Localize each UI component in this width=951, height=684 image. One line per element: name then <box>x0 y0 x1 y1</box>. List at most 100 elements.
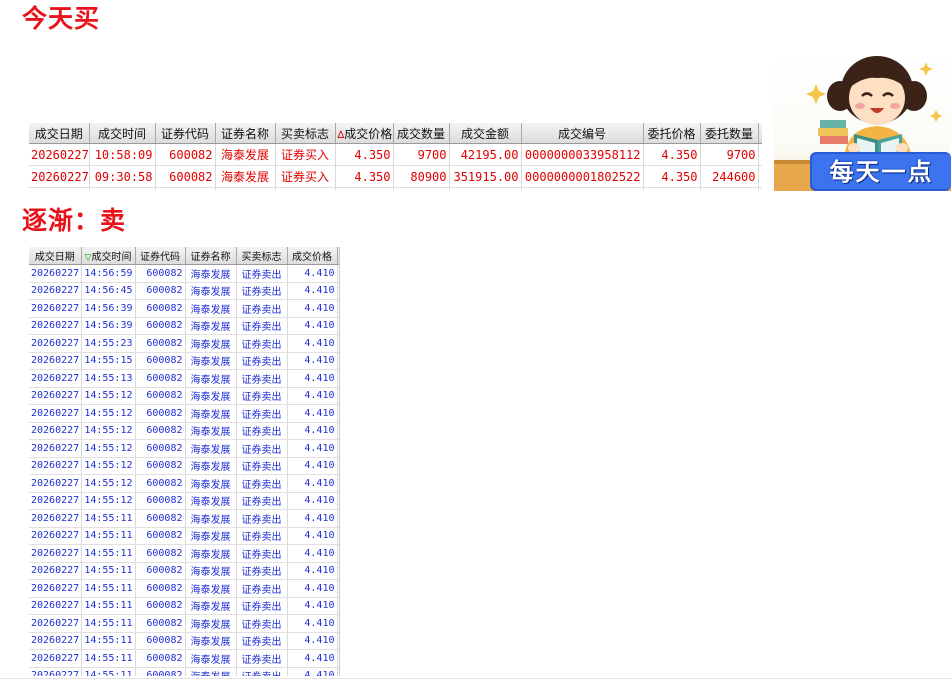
table-cell: 4.410 <box>287 457 338 475</box>
column-header[interactable]: 证券代码 <box>155 123 216 144</box>
table-cell: 14:55:12 <box>81 457 136 475</box>
sell-trades-table[interactable]: 成交日期 ▽成交时间 证券代码 证券名称 买卖标志 成交价格 20260227 14:56:… <box>29 247 340 676</box>
table-cell: 20260227 <box>29 457 82 475</box>
table-cell <box>758 187 762 190</box>
table-cell: 海泰发展 <box>185 422 237 440</box>
table-row[interactable]: 2026022714:55:11600082海泰发展证券卖出4.410 <box>29 544 339 563</box>
table-cell: 4.350 <box>643 165 701 188</box>
table-cell: 600082 <box>135 597 186 615</box>
column-header[interactable]: 证券名称 <box>215 123 276 144</box>
table-cell: 4.410 <box>287 422 338 440</box>
table-cell <box>337 492 339 510</box>
table-row[interactable]: 2026022714:55:11600082海泰发展证券卖出4.410 <box>29 562 339 580</box>
column-header[interactable]: 证券名称 <box>185 247 237 265</box>
table-row[interactable]: 20260227 14:56:39 600082 海泰发展 证券卖出 4.410 <box>29 299 339 318</box>
table-cell <box>337 527 339 545</box>
table-row[interactable]: 20260227 10:58:09 600082 海泰发展 证券买入 4.350 9700 4… <box>29 143 762 166</box>
table-cell: 14:55:23 <box>81 334 136 353</box>
table-row[interactable]: 20260227 14:55:12 600082 海泰发展 证券卖出 4.410 <box>29 387 339 405</box>
table-row[interactable]: 20260227 14:55:12 600082 海泰发展 证券卖出 4.410 <box>29 492 339 510</box>
table-cell: 证券买入 <box>275 165 336 188</box>
column-header[interactable]: 成交日期 <box>29 123 90 144</box>
table-row[interactable]: 2026022714:55:11600082海泰发展证券卖出4.410 <box>29 649 339 668</box>
table-cell: 证券卖出 <box>236 387 288 405</box>
column-header[interactable]: 委托价格 <box>643 123 701 144</box>
column-header[interactable]: 成交时间 <box>89 123 156 144</box>
table-cell: 14:55:11 <box>81 562 136 580</box>
table-cell <box>337 334 339 353</box>
column-header[interactable]: 成交编号 <box>521 123 644 144</box>
table-row[interactable]: 20260227 14:56:45 600082 海泰发展 证券卖出 4.410 <box>29 282 339 300</box>
table-cell: 20260227 <box>29 562 82 580</box>
table-cell: 海泰发展 <box>185 387 237 405</box>
buy-trades-table[interactable]: 成交日期 成交时间 证券代码 证券名称 买卖标志 ∆成交价格 成交数量 成交金额 成交编号 委托价… <box>29 123 762 190</box>
column-header[interactable]: 证券代码 <box>135 247 186 265</box>
table-cell: 证券卖出 <box>236 404 288 423</box>
table-cell: 证券卖出 <box>236 439 288 458</box>
table-row[interactable]: 20260227 14:56:59 600082 海泰发展 证券卖出 4.410 <box>29 264 339 283</box>
table-row[interactable]: 2026022714:55:11600082海泰发展证券卖出4.410 <box>29 527 339 545</box>
column-header-label: 成交时间 <box>91 252 132 263</box>
table-cell: 海泰发展 <box>185 632 237 650</box>
table-cell: 600082 <box>135 387 186 405</box>
column-header[interactable]: ▽成交时间 <box>81 247 136 265</box>
table-row[interactable]: 2026022714:55:11600082海泰发展证券卖出4.410 <box>29 597 339 615</box>
column-header[interactable]: 委 <box>758 123 762 144</box>
table-row[interactable]: 20260227 14:55:12 600082 海泰发展 证券卖出 4.410 <box>29 404 339 423</box>
table-row[interactable]: 20260227 14:55:13 600082 海泰发展 证券卖出 4.410 <box>29 369 339 388</box>
table-row[interactable]: 20260227 14:55:12 600082 海泰发展 证券卖出 4.410 <box>29 439 339 458</box>
column-header[interactable]: 买卖标志 <box>275 123 336 144</box>
table-cell: 海泰发展 <box>185 579 237 598</box>
table-cell: 4.350 <box>335 165 394 188</box>
table-cell: 14:56:39 <box>81 317 136 335</box>
table-cell: 600082 <box>135 544 186 563</box>
table-cell: 20260227 <box>29 544 82 563</box>
table-row[interactable]: 20260227 14:55:12 600082 海泰发展 证券卖出 4.410 <box>29 422 339 440</box>
column-header[interactable]: 成交日期 <box>29 247 82 265</box>
table-cell: 20260227 <box>29 334 82 353</box>
table-row[interactable]: 2026022714:55:11600082海泰发展证券卖出4.410 <box>29 509 339 528</box>
table-row[interactable]: 2026022714:55:11600082海泰发展证券卖出4.410 <box>29 579 339 598</box>
column-header[interactable]: ∆成交价格 <box>335 123 394 144</box>
table-cell <box>643 187 701 190</box>
table-cell: 351915.00 <box>449 165 522 188</box>
table-row[interactable]: 2026022714:55:11600082海泰发展证券卖出4.410 <box>29 614 339 633</box>
table-cell: 4.410 <box>287 352 338 370</box>
table-row[interactable]: 20260227 14:55:23 600082 海泰发展 证券卖出 4.410 <box>29 334 339 353</box>
column-header[interactable]: 买卖标志 <box>236 247 288 265</box>
table-cell: 证券卖出 <box>236 492 288 510</box>
table-cell: 4.410 <box>287 597 338 615</box>
table-cell <box>337 632 339 650</box>
table-cell <box>337 614 339 633</box>
column-header[interactable]: 成交数量 <box>393 123 450 144</box>
table-cell: 9700 <box>700 143 759 166</box>
table-cell: 海泰发展 <box>185 509 237 528</box>
table-cell: 20260227 <box>29 264 82 283</box>
table-row[interactable]: 20260227 14:55:12 600082 海泰发展 证券卖出 4.410 <box>29 457 339 475</box>
table-cell <box>337 562 339 580</box>
table-row[interactable]: 2026022714:55:11600082海泰发展证券卖出4.410 <box>29 632 339 650</box>
table-cell: 600082 <box>135 457 186 475</box>
table-row[interactable]: 海泰发展证券买入 <box>29 187 762 190</box>
table-cell: 600082 <box>135 439 186 458</box>
column-header[interactable]: 成交价格 <box>287 247 338 265</box>
column-header[interactable]: 成交金额 <box>449 123 522 144</box>
table-cell: 4.410 <box>287 614 338 633</box>
table-cell: 14:55:13 <box>81 369 136 388</box>
table-cell: 14:56:39 <box>81 299 136 318</box>
buy-heading: 今天买 <box>22 4 101 33</box>
table-row[interactable]: 20260227 14:56:39 600082 海泰发展 证券卖出 4.410 <box>29 317 339 335</box>
table-cell: 海泰发展 <box>185 264 237 283</box>
table-cell: 600082 <box>135 632 186 650</box>
table-cell <box>393 187 450 190</box>
column-header[interactable] <box>337 247 339 265</box>
table-row[interactable]: 20260227 14:55:15 600082 海泰发展 证券卖出 4.410 <box>29 352 339 370</box>
reading-girl-illustration: 每天一点 <box>774 48 951 191</box>
table-row[interactable]: 2026022714:55:11600082海泰发展证券卖出4.410 <box>29 667 339 676</box>
table-row[interactable]: 20260227 14:55:12 600082 海泰发展 证券卖出 4.410 <box>29 474 339 493</box>
table-row[interactable]: 20260227 09:30:58 600082 海泰发展 证券买入 4.350 80900… <box>29 165 762 188</box>
column-header[interactable]: 委托数量 <box>700 123 759 144</box>
table-cell: 海泰发展 <box>185 457 237 475</box>
table-cell: 14:55:12 <box>81 492 136 510</box>
table-cell <box>89 187 156 190</box>
